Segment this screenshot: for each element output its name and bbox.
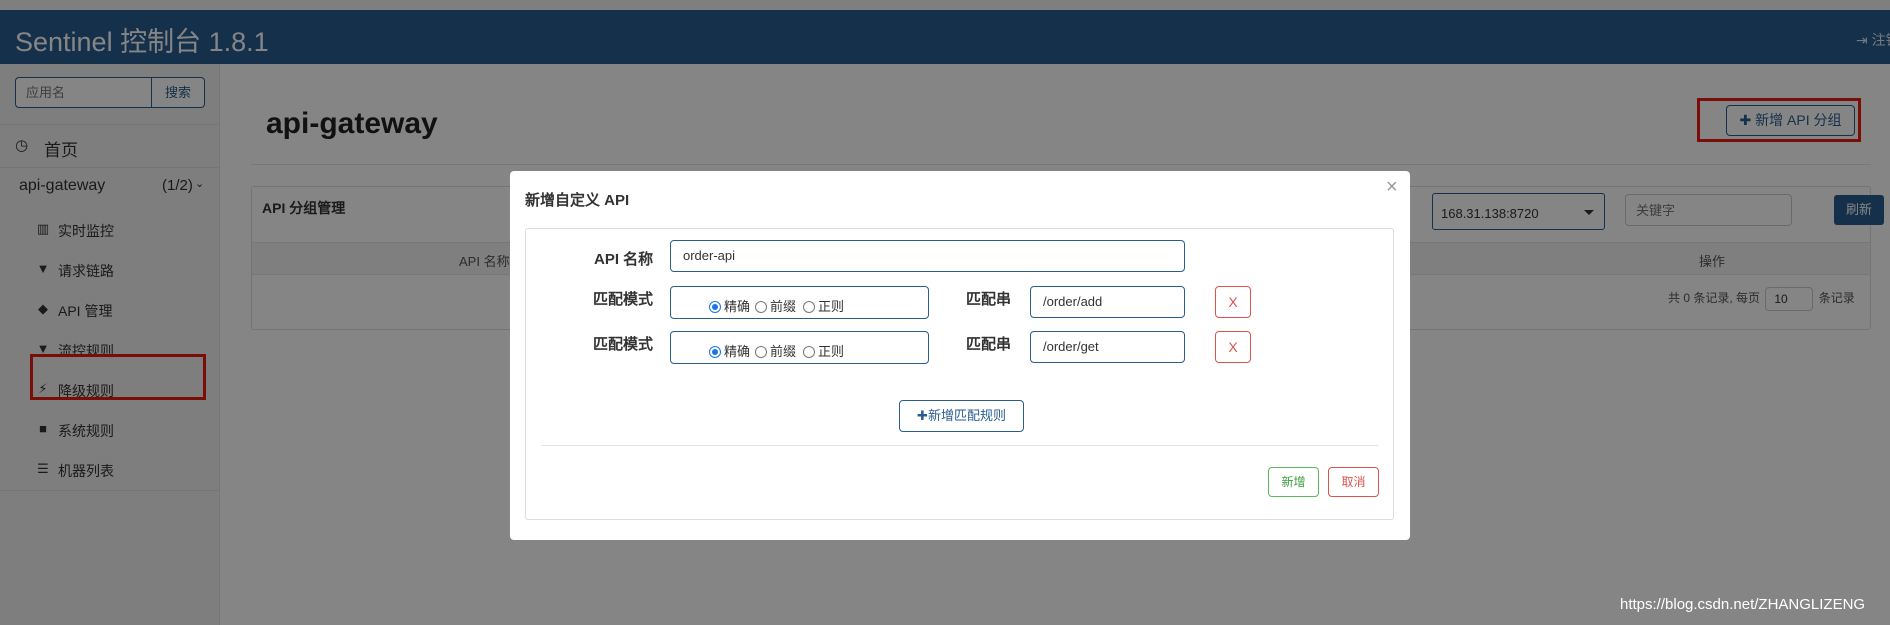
radio-exact[interactable]: 精确 — [709, 296, 750, 315]
radio-label: 前缀 — [770, 299, 797, 314]
add-api-modal: 新增自定义 API × API 名称 order-api 匹配模式 精确 前缀 … — [510, 171, 1410, 540]
modal-form: API 名称 order-api 匹配模式 精确 前缀 正则 匹配串 /orde… — [525, 228, 1394, 520]
radio-label: 精确 — [724, 344, 751, 359]
watermark: https://blog.csdn.net/ZHANGLIZENG — [1620, 596, 1866, 613]
add-match-rule-label: 新增匹配规则 — [927, 408, 1006, 423]
radio-label: 前缀 — [770, 344, 797, 359]
add-match-rule-button[interactable]: ✚新增匹配规则 — [899, 400, 1024, 432]
match-mode-radios: 精确 前缀 正则 — [670, 286, 929, 319]
radio-exact[interactable]: 精确 — [709, 341, 750, 360]
radio-prefix[interactable]: 前缀 — [755, 341, 796, 360]
api-name-input[interactable]: order-api — [670, 240, 1185, 272]
match-mode-radios: 精确 前缀 正则 — [670, 331, 929, 364]
radio-prefix[interactable]: 前缀 — [755, 296, 796, 315]
remove-rule-button[interactable]: X — [1215, 331, 1251, 363]
radio-unchecked-icon — [755, 346, 767, 358]
radio-regex[interactable]: 正则 — [803, 296, 844, 315]
match-mode-label: 匹配模式 — [593, 291, 654, 308]
match-string-input[interactable]: /order/add — [1030, 286, 1185, 318]
radio-unchecked-icon — [755, 301, 767, 313]
close-icon[interactable]: × — [1386, 176, 1398, 199]
modal-title: 新增自定义 API — [525, 192, 630, 209]
form-divider — [541, 445, 1378, 446]
radio-label: 精确 — [724, 299, 751, 314]
match-mode-label: 匹配模式 — [593, 336, 654, 353]
api-name-label: API 名称 — [594, 251, 654, 268]
confirm-add-button[interactable]: 新增 — [1268, 467, 1319, 497]
plus-icon: ✚ — [917, 408, 928, 423]
radio-unchecked-icon — [803, 346, 815, 358]
radio-label: 正则 — [818, 344, 845, 359]
radio-unchecked-icon — [803, 301, 815, 313]
radio-label: 正则 — [818, 299, 845, 314]
match-string-label: 匹配串 — [966, 336, 1012, 353]
radio-regex[interactable]: 正则 — [803, 341, 844, 360]
remove-rule-button[interactable]: X — [1215, 286, 1251, 318]
radio-checked-icon — [709, 346, 721, 358]
match-string-label: 匹配串 — [966, 291, 1012, 308]
cancel-button[interactable]: 取消 — [1328, 467, 1379, 497]
radio-checked-icon — [709, 301, 721, 313]
match-string-input[interactable]: /order/get — [1030, 331, 1185, 363]
